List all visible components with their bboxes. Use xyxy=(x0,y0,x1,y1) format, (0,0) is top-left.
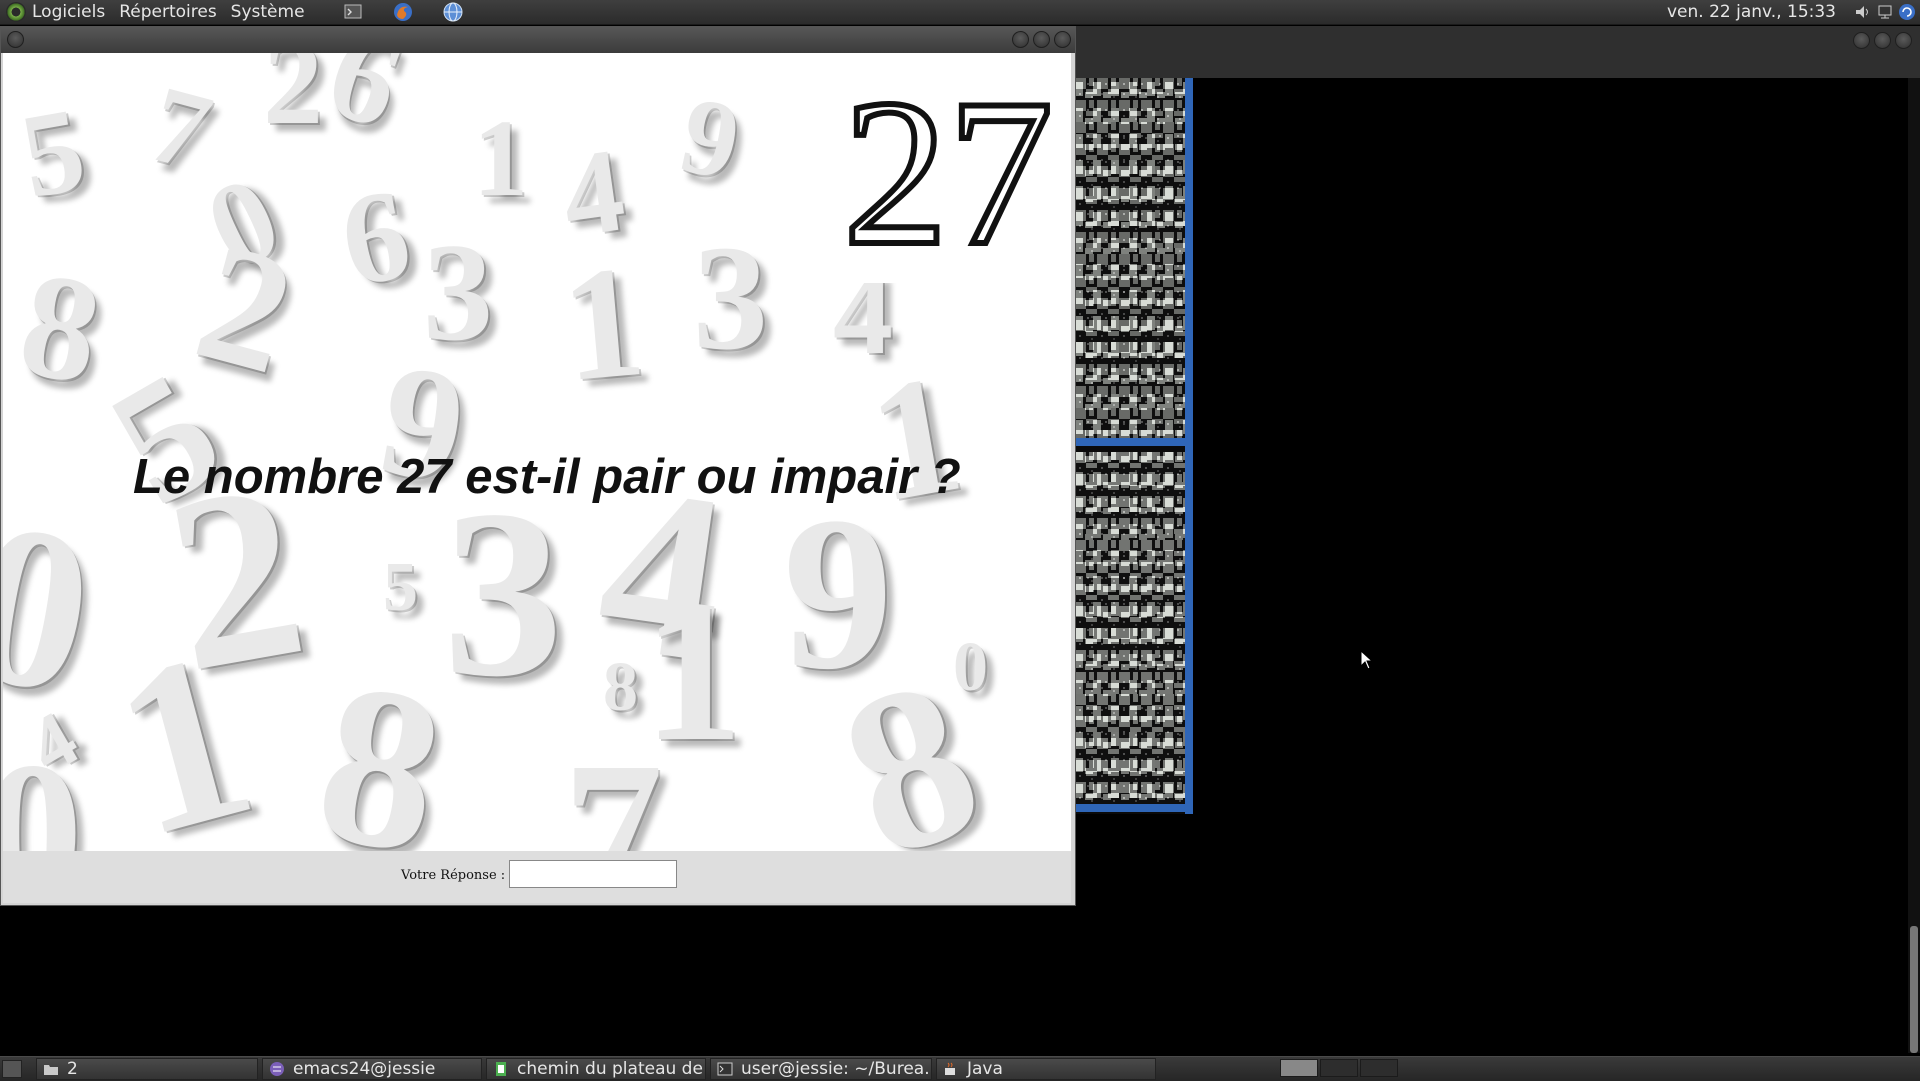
close-button[interactable] xyxy=(1054,31,1071,48)
task-emacs[interactable]: emacs24@jessie xyxy=(262,1058,482,1080)
maze-pattern xyxy=(1075,78,1193,814)
maximize-button[interactable] xyxy=(1033,31,1050,48)
volume-icon[interactable] xyxy=(1854,3,1872,21)
close-button[interactable] xyxy=(1895,32,1912,49)
firefox-launcher-icon[interactable] xyxy=(393,2,413,22)
java-app-window: 5 7 2 6 1 4 9 0 6 8 2 3 1 3 4 5 9 1 0 2 … xyxy=(0,26,1076,906)
web-browser-launcher-icon[interactable] xyxy=(443,2,463,22)
maze-board-view xyxy=(1075,78,1193,814)
workspace-pager[interactable] xyxy=(1280,1059,1400,1079)
minimize-button[interactable] xyxy=(1012,31,1029,48)
big-number-panel: 27 xyxy=(823,53,1071,292)
window-titlebar[interactable] xyxy=(1,27,1075,53)
top-panel: Logiciels Répertoires Système ven. 22 ja… xyxy=(0,0,1920,25)
answer-bar: Votre Réponse : xyxy=(3,851,1071,903)
workspace-3[interactable] xyxy=(1360,1059,1398,1077)
answer-label: Votre Réponse : xyxy=(401,868,506,883)
taskbar: 2 emacs24@jessie chemin du plateau de ..… xyxy=(0,1056,1920,1081)
terminal-launcher-icon[interactable] xyxy=(343,2,363,22)
window-menu-button[interactable] xyxy=(7,31,24,48)
svg-text:27: 27 xyxy=(843,57,1053,283)
task-label: Java xyxy=(967,1059,1003,1079)
mouse-cursor-icon xyxy=(1360,650,1374,670)
workspace-2[interactable] xyxy=(1320,1059,1358,1077)
scrollbar-thumb[interactable] xyxy=(1910,926,1918,1053)
terminal-icon xyxy=(717,1062,733,1076)
java-icon xyxy=(945,1062,955,1075)
update-icon[interactable] xyxy=(1898,3,1916,21)
numbers-background-image: 5 7 2 6 1 4 9 0 6 8 2 3 1 3 4 5 9 1 0 2 … xyxy=(3,53,1071,851)
task-document[interactable]: chemin du plateau de ... xyxy=(486,1058,706,1080)
show-desktop-icon[interactable] xyxy=(2,1060,22,1078)
menu-places[interactable]: Répertoires xyxy=(119,2,216,22)
task-terminal[interactable]: user@jessie: ~/Burea... xyxy=(710,1058,932,1080)
handwritten-number: 27 xyxy=(840,54,1056,292)
task-label: emacs24@jessie xyxy=(293,1059,436,1079)
terminal-scrollbar[interactable] xyxy=(1908,78,1920,1053)
minimize-button[interactable] xyxy=(1853,32,1870,49)
menu-system[interactable]: Système xyxy=(231,2,305,22)
task-label: chemin du plateau de ... xyxy=(517,1059,706,1079)
folder-icon xyxy=(44,1065,58,1075)
answer-input[interactable] xyxy=(509,860,677,888)
background-window-titlebar[interactable] xyxy=(1075,26,1920,78)
clock[interactable]: ven. 22 janv., 15:33 xyxy=(1667,2,1836,22)
workspace-1[interactable] xyxy=(1280,1059,1318,1077)
maximize-button[interactable] xyxy=(1874,32,1891,49)
document-icon xyxy=(496,1062,506,1076)
network-icon[interactable] xyxy=(1876,3,1894,21)
task-folder[interactable]: 2 xyxy=(36,1058,258,1080)
task-label: 2 xyxy=(67,1059,78,1079)
emacs-icon xyxy=(270,1062,284,1076)
question-text: Le nombre 27 est-il pair ou impair ? xyxy=(133,450,961,504)
task-label: user@jessie: ~/Burea... xyxy=(741,1059,932,1079)
distro-logo-icon[interactable] xyxy=(6,2,26,22)
task-java[interactable]: Java xyxy=(936,1058,1156,1080)
menu-applications[interactable]: Logiciels xyxy=(32,2,105,22)
